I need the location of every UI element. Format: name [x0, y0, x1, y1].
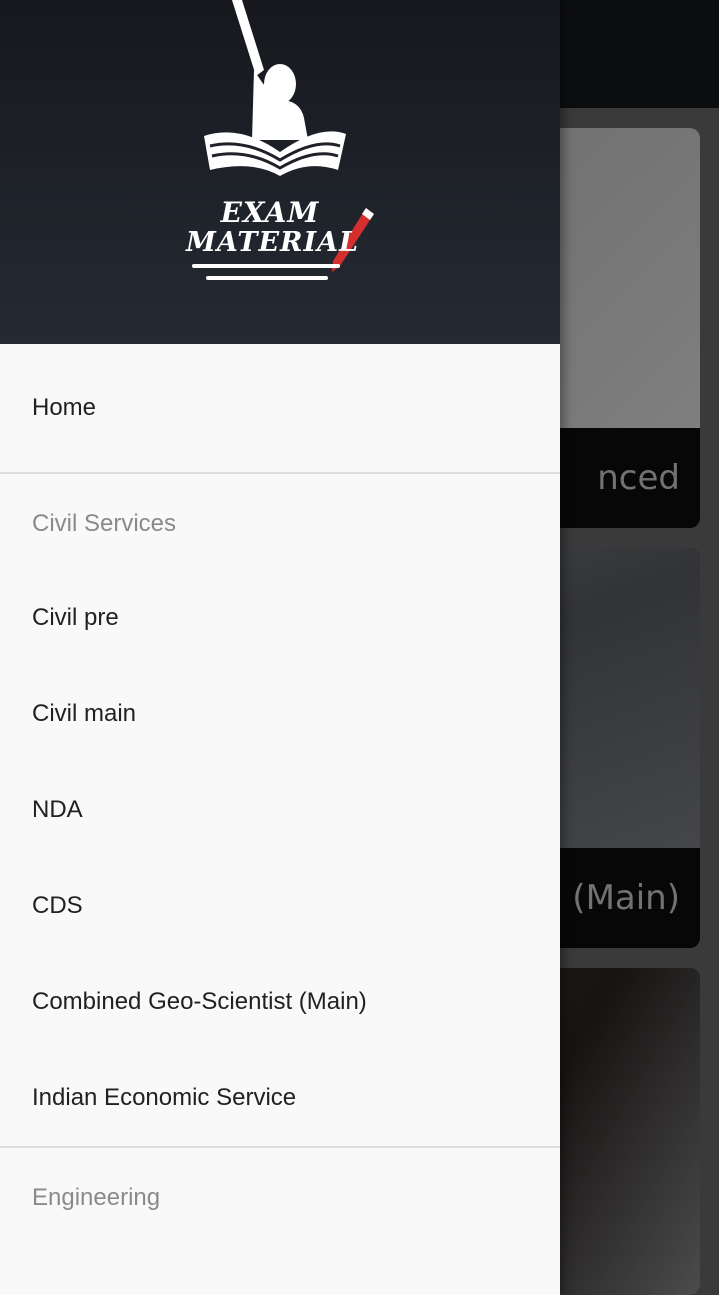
section-header-civil-services: Civil Services	[32, 510, 177, 537]
logo-text: EXAM	[220, 196, 320, 229]
menu-item-home[interactable]: Home	[0, 344, 560, 472]
menu-item-indian-economic-service[interactable]: Indian Economic Service	[0, 1050, 560, 1146]
menu-item-civil-pre[interactable]: Civil pre	[0, 570, 560, 666]
section-header-engineering: Engineering	[32, 1184, 161, 1211]
menu-item-cds[interactable]: CDS	[0, 858, 560, 954]
menu-item-combined-geo-scientist[interactable]: Combined Geo-Scientist (Main)	[0, 954, 560, 1050]
navigation-drawer: EXAM MATERIAL Home Civil Services Civil …	[0, 0, 560, 1295]
drawer-menu: Home Civil Services Civil pre Civil main…	[0, 344, 560, 1246]
exam-material-logo: EXAM MATERIAL	[180, 0, 380, 290]
logo-text: MATERIAL	[186, 227, 360, 258]
drawer-header: EXAM MATERIAL	[0, 0, 560, 344]
menu-item-civil-main[interactable]: Civil main	[0, 666, 560, 762]
menu-item-nda[interactable]: NDA	[0, 762, 560, 858]
